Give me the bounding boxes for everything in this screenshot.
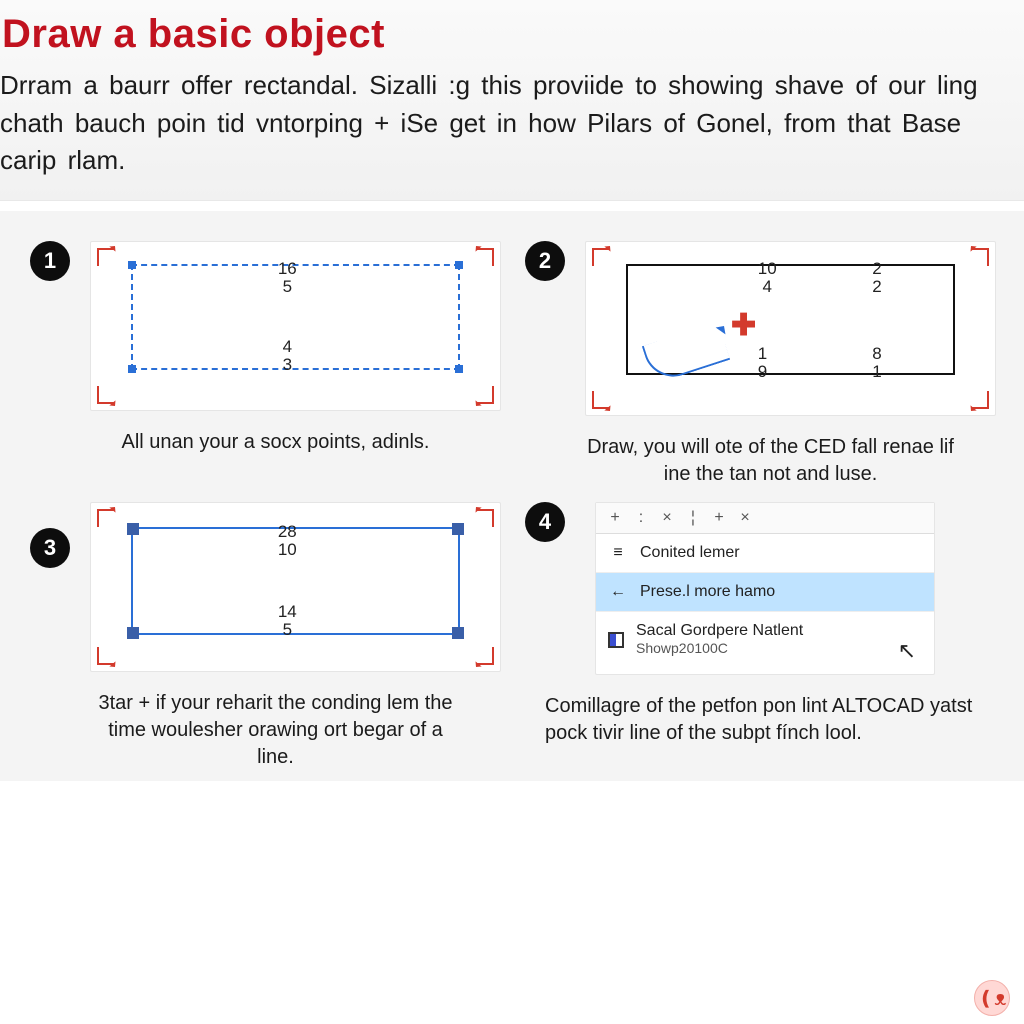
step-badge-2: 2 [525, 241, 565, 281]
dimension-label: 43 [283, 338, 292, 374]
dimension-label: 145 [278, 603, 297, 639]
swatch-icon [608, 632, 624, 648]
step-2-caption: Draw, you will ote of the CED fall renae… [585, 434, 956, 488]
mouse-pointer-icon: ↖ [898, 638, 916, 664]
dimension-label: 81 [872, 345, 881, 381]
dimension-label: 165 [278, 260, 297, 296]
step-badge-1: 1 [30, 241, 70, 281]
grip-handle-icon [452, 627, 464, 639]
crop-corner-icon [965, 248, 989, 272]
crop-corner-icon [97, 509, 121, 533]
colon-icon: : [632, 509, 650, 527]
step-3-caption: 3tar + if your reharit the conding lem t… [90, 690, 461, 771]
grip-handle-icon [127, 627, 139, 639]
menu-item-conited[interactable]: ≡ Conited lemer [596, 534, 934, 573]
dimension-label: 104 [758, 260, 777, 296]
crop-corner-icon [592, 385, 616, 409]
context-menu: + : × ¦ + × ≡ Conited lemer ← Prese.l mo… [595, 502, 935, 675]
menu-label: Conited lemer [640, 544, 740, 562]
hamburger-icon: ≡ [608, 544, 628, 562]
crop-corner-icon [97, 380, 121, 404]
step-2: 2 ✚ 104 22 19 81 Draw, you will ote of t… [525, 241, 996, 488]
page-title: Draw a basic object [0, 12, 1024, 57]
crop-corner-icon [965, 385, 989, 409]
menu-item-presel[interactable]: ← Prese.l more hamo [596, 573, 934, 612]
dimension-label: 22 [872, 260, 881, 296]
close-icon[interactable]: × [658, 509, 676, 527]
step-badge-3: 3 [30, 528, 70, 568]
step-4: 4 + : × ¦ + × ≡ Conited lemer ← Prese.l … [525, 502, 996, 771]
grip-handle-icon [452, 523, 464, 535]
step-3-diagram: 2810 145 [90, 502, 501, 672]
crosshair-cursor-icon: ✚ [731, 308, 756, 343]
help-badge-icon[interactable]: ❪ᴥ [974, 980, 1010, 1016]
step-1-caption: All unan your a socx points, adinls. [90, 429, 461, 456]
step-4-caption: Comillagre of the petfon pon lint ALTOCA… [545, 693, 986, 747]
arrow-left-icon: ← [608, 583, 628, 601]
crop-corner-icon [470, 641, 494, 665]
divider-icon: ¦ [684, 509, 702, 527]
crop-corner-icon [97, 248, 121, 272]
step-badge-4: 4 [525, 502, 565, 542]
menu-toolbar: + : × ¦ + × [596, 503, 934, 534]
crop-corner-icon [592, 248, 616, 272]
plus-icon[interactable]: + [710, 509, 728, 527]
crop-corner-icon [470, 248, 494, 272]
menu-label-line2: Showp20100C [636, 640, 728, 656]
step-1-diagram: 165 43 [90, 241, 501, 411]
intro-text: Drram a baurr offer rectandal. Sizalli :… [0, 67, 1024, 180]
steps-grid: 1 165 43 All unan your a socx points, ad… [0, 211, 1024, 781]
dimension-label: 2810 [278, 523, 297, 559]
crop-corner-icon [97, 641, 121, 665]
step-2-diagram: ✚ 104 22 19 81 [585, 241, 996, 416]
close-icon[interactable]: × [736, 509, 754, 527]
grip-handle-icon [127, 523, 139, 535]
plus-icon[interactable]: + [606, 509, 624, 527]
step-3: 3 2810 145 3tar + if your reharit the co… [30, 502, 501, 771]
menu-label: Sacal Gordpere Natlent Showp20100C [636, 622, 803, 658]
menu-label-line1: Sacal Gordpere Natlent [636, 622, 803, 639]
step-1: 1 165 43 All unan your a socx points, ad… [30, 241, 501, 488]
dimension-label: 19 [758, 345, 767, 381]
crop-corner-icon [470, 380, 494, 404]
header-block: Draw a basic object Drram a baurr offer … [0, 0, 1024, 201]
crop-corner-icon [470, 509, 494, 533]
menu-item-sacal[interactable]: Sacal Gordpere Natlent Showp20100C [596, 612, 934, 668]
menu-label: Prese.l more hamo [640, 583, 775, 601]
